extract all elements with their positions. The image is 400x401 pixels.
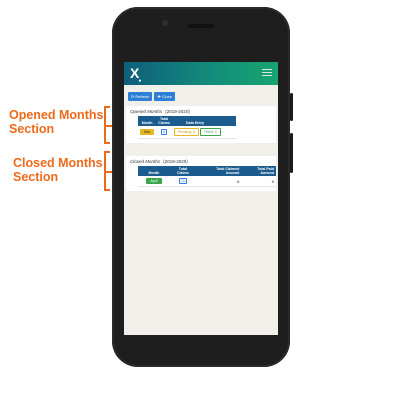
- opened-months-table: Month Total Claims Data Entry Mar 8 Pend…: [138, 116, 236, 139]
- col-total-claims: Total Claims: [169, 166, 197, 176]
- closed-year-text: (2019-2020): [163, 159, 188, 164]
- phone-frame: X● ⟳ Refresh ✚ Close Opened Months (2019…: [112, 7, 293, 367]
- paid-amount: 0: [241, 176, 276, 187]
- opened-title-text: Opened Months: [130, 109, 163, 114]
- closed-months-annotation: Closed Months Section: [13, 156, 103, 184]
- month-badge[interactable]: Mar: [140, 129, 155, 135]
- claims-count-badge[interactable]: 8: [161, 129, 168, 135]
- filled-badge[interactable]: Filled: 2: [200, 128, 221, 136]
- claims-count-badge[interactable]: 10: [178, 178, 187, 184]
- close-label: Close: [161, 94, 172, 99]
- col-total-paid-amount: Total Paid Amount: [241, 166, 276, 176]
- col-month: Month: [138, 116, 157, 126]
- closed-months-title: Closed Months (2019-2020): [130, 159, 272, 164]
- menu-icon[interactable]: [262, 69, 272, 78]
- close-button[interactable]: ✚ Close: [154, 92, 175, 101]
- opened-year-text: (2019-2020): [165, 109, 190, 114]
- table-row: Mar 8 Pending: 6 Filled: 2: [138, 126, 236, 139]
- close-icon: ✚: [157, 94, 161, 99]
- camera-icon: [162, 20, 168, 26]
- opened-months-title: Opened Months (2019-2020): [130, 109, 272, 114]
- refresh-icon: ⟳: [131, 94, 135, 99]
- month-badge[interactable]: April: [146, 178, 162, 184]
- closed-title-text: Closed Months: [130, 159, 161, 164]
- power-button: [290, 93, 293, 121]
- opened-months-card: Opened Months (2019-2020) Month Total Cl…: [126, 106, 276, 143]
- col-spacer: [218, 116, 236, 126]
- table-row: April 10 0 0: [138, 176, 276, 187]
- closed-months-table: Month Total Claims Total Claimed Amount …: [138, 166, 276, 187]
- speaker-grille: [188, 24, 214, 28]
- opened-months-annotation: Opened Months Section: [9, 108, 103, 136]
- col-total-claims: Total Claims: [156, 116, 172, 126]
- pending-badge[interactable]: Pending: 6: [174, 128, 200, 136]
- claimed-amount: 0: [196, 176, 242, 187]
- refresh-button[interactable]: ⟳ Refresh: [128, 92, 153, 101]
- col-data-entry: Data Entry: [172, 116, 218, 126]
- col-total-claimed-amount: Total Claimed Amount: [196, 166, 242, 176]
- closed-months-card: Closed Months (2019-2020) Month Total Cl…: [126, 156, 276, 191]
- opened-annotation-line2: Section: [9, 122, 55, 136]
- refresh-label: Refresh: [135, 94, 150, 99]
- col-month: Month: [138, 166, 170, 176]
- action-toolbar: ⟳ Refresh ✚ Close: [124, 85, 278, 103]
- closed-annotation-line2: Section: [13, 170, 59, 184]
- closed-annotation-line1: Closed Months: [13, 156, 103, 170]
- app-screen: X● ⟳ Refresh ✚ Close Opened Months (2019…: [124, 62, 278, 335]
- closed-months-bracket: [104, 151, 112, 191]
- opened-annotation-line1: Opened Months: [9, 108, 104, 122]
- app-header: X●: [124, 62, 278, 85]
- app-logo[interactable]: X●: [130, 65, 141, 84]
- opened-months-bracket: [104, 106, 112, 144]
- volume-button: [290, 133, 293, 173]
